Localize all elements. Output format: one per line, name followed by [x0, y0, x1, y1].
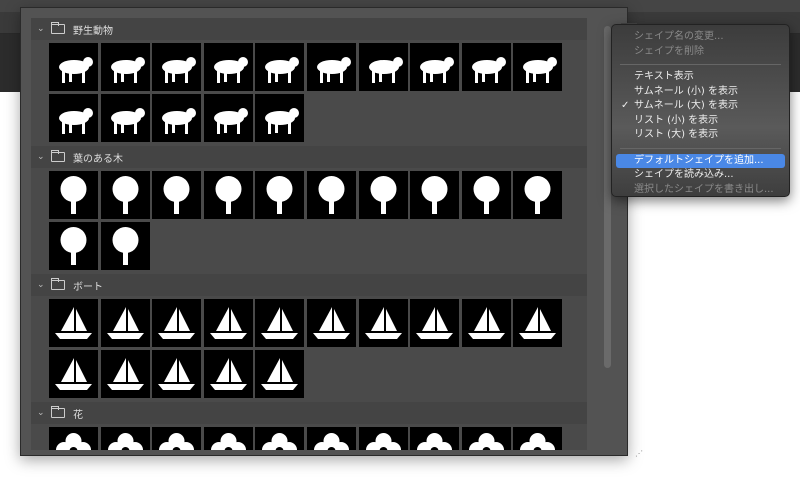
group-name: ボート — [73, 281, 103, 293]
group-name: 花 — [73, 409, 83, 421]
group-header[interactable]: ⌄ 野生動物 — [31, 18, 587, 40]
tree-shape-thumbnail[interactable] — [410, 171, 460, 219]
tree-shape-thumbnail[interactable] — [203, 171, 253, 219]
tree-shape-thumbnail[interactable] — [100, 222, 150, 270]
tree-shape-thumbnail[interactable] — [255, 171, 305, 219]
menu-item-label: 選択したシェイプを書き出し... — [634, 183, 774, 195]
flower-shape-thumbnail[interactable] — [152, 427, 202, 450]
menu-item[interactable]: リスト (小) を表示 — [616, 114, 785, 129]
flower-shape-thumbnail[interactable] — [307, 427, 356, 450]
animal-shape-thumbnail[interactable] — [255, 43, 305, 91]
flower-shape-thumbnail[interactable] — [49, 427, 98, 450]
boat-shape-thumbnail[interactable] — [100, 350, 150, 398]
menu-item: シェイプ名の変更... — [616, 30, 785, 45]
panel-options-menu: シェイプ名の変更... シェイプを削除 テキスト表示サムネール (小) を表示 ✓ サム… — [611, 24, 790, 197]
menu-item[interactable]: サムネール (小) を表示 — [616, 85, 785, 100]
animal-shape-thumbnail[interactable] — [410, 43, 460, 91]
menu-item-label: シェイプを削除 — [634, 45, 704, 57]
boat-shape-thumbnail[interactable] — [513, 299, 563, 347]
animal-shape-thumbnail[interactable] — [358, 43, 408, 91]
boat-shape-thumbnail[interactable] — [152, 299, 202, 347]
boat-shape-thumbnail[interactable] — [100, 299, 150, 347]
menu-separator — [620, 64, 781, 65]
tree-shape-thumbnail[interactable] — [49, 171, 98, 219]
animal-shape-thumbnail[interactable] — [49, 94, 98, 142]
flower-shape-thumbnail[interactable] — [461, 427, 511, 450]
boat-shape-thumbnail[interactable] — [307, 299, 356, 347]
menu-item: シェイプを削除 — [616, 45, 785, 60]
animal-shape-thumbnail[interactable] — [461, 43, 511, 91]
menu-item-label: リスト (大) を表示 — [634, 129, 719, 140]
menu-item-label: デフォルトシェイプを追加... — [634, 154, 764, 166]
menu-item-label: サムネール (大) を表示 — [634, 100, 738, 111]
chevron-down-icon[interactable]: ⌄ — [37, 409, 45, 418]
tree-shape-thumbnail[interactable] — [100, 171, 150, 219]
boat-shape-thumbnail[interactable] — [255, 350, 305, 398]
menu-item[interactable]: テキスト表示 — [616, 70, 785, 85]
chevron-down-icon[interactable]: ⌄ — [37, 25, 45, 34]
flower-shape-thumbnail[interactable] — [513, 427, 563, 450]
chevron-down-icon[interactable]: ⌄ — [37, 153, 45, 162]
flower-shape-thumbnail[interactable] — [410, 427, 460, 450]
animal-shape-thumbnail[interactable] — [152, 94, 202, 142]
animal-shape-thumbnail[interactable] — [49, 43, 98, 91]
menu-separator — [620, 147, 781, 149]
folder-icon — [51, 150, 65, 162]
chevron-down-icon[interactable]: ⌄ — [37, 281, 45, 290]
animal-shape-thumbnail[interactable] — [203, 94, 253, 142]
tree-shape-thumbnail[interactable] — [358, 171, 408, 219]
menu-item[interactable]: リスト (大) を表示 — [616, 128, 785, 143]
folder-icon — [51, 278, 65, 290]
shape-picker-panel: ⌄野生動物⌄葉のある木⌄ボート⌄花 ⚙ ⋰ — [20, 7, 643, 458]
menu-item[interactable]: ✓ サムネール (大) を表示 — [616, 99, 785, 114]
animal-shape-thumbnail[interactable] — [100, 43, 150, 91]
shape-list: ⌄ 野生動物 ⌄ 葉のある木 ⌄ ボート ⌄ 花 — [31, 18, 587, 450]
menu-item-label: シェイプを読み込み... — [634, 169, 734, 180]
boat-shape-thumbnail[interactable] — [49, 299, 98, 347]
menu-item[interactable]: シェイプを読み込み... — [616, 168, 785, 183]
group-name: 野生動物 — [73, 25, 113, 37]
tree-shape-thumbnail[interactable] — [307, 171, 356, 219]
menu-item: 選択したシェイプを書き出し... — [616, 183, 785, 198]
animal-shape-thumbnail[interactable] — [513, 43, 563, 91]
menu-item-label: シェイプ名の変更... — [634, 31, 724, 42]
group-name: 葉のある木 — [73, 153, 123, 165]
boat-shape-thumbnail[interactable] — [203, 299, 253, 347]
flower-shape-thumbnail[interactable] — [255, 427, 305, 450]
menu-item-label: テキスト表示 — [634, 71, 694, 82]
boat-shape-thumbnail[interactable] — [255, 299, 305, 347]
tree-shape-thumbnail[interactable] — [513, 171, 563, 219]
tree-shape-thumbnail[interactable] — [152, 171, 202, 219]
menu-item[interactable]: デフォルトシェイプを追加... — [616, 153, 785, 168]
animal-shape-thumbnail[interactable] — [152, 43, 202, 91]
group-header[interactable]: ⌄ 葉のある木 — [31, 146, 587, 168]
boat-shape-thumbnail[interactable] — [358, 299, 408, 347]
folder-icon — [51, 406, 65, 418]
tree-shape-thumbnail[interactable] — [49, 222, 98, 270]
boat-shape-thumbnail[interactable] — [152, 350, 202, 398]
boat-shape-thumbnail[interactable] — [203, 350, 253, 398]
boat-shape-thumbnail[interactable] — [410, 299, 460, 347]
flower-shape-thumbnail[interactable] — [203, 427, 253, 450]
scrollbar[interactable] — [604, 26, 611, 368]
animal-shape-thumbnail[interactable] — [100, 94, 150, 142]
boat-shape-thumbnail[interactable] — [49, 350, 98, 398]
animal-shape-thumbnail[interactable] — [307, 43, 356, 91]
animal-shape-thumbnail[interactable] — [255, 94, 305, 142]
tree-shape-thumbnail[interactable] — [461, 171, 511, 219]
flower-shape-thumbnail[interactable] — [100, 427, 150, 450]
resize-grip-icon[interactable]: ⋰ — [635, 449, 645, 459]
flower-shape-thumbnail[interactable] — [358, 427, 408, 450]
group-header[interactable]: ⌄ 花 — [31, 402, 587, 424]
folder-icon — [51, 22, 65, 34]
menu-item-label: サムネール (小) を表示 — [634, 85, 738, 97]
animal-shape-thumbnail[interactable] — [203, 43, 253, 91]
menu-item-label: リスト (小) を表示 — [634, 114, 719, 126]
boat-shape-thumbnail[interactable] — [461, 299, 511, 347]
group-header[interactable]: ⌄ ボート — [31, 274, 587, 296]
checkmark-icon: ✓ — [621, 100, 630, 111]
